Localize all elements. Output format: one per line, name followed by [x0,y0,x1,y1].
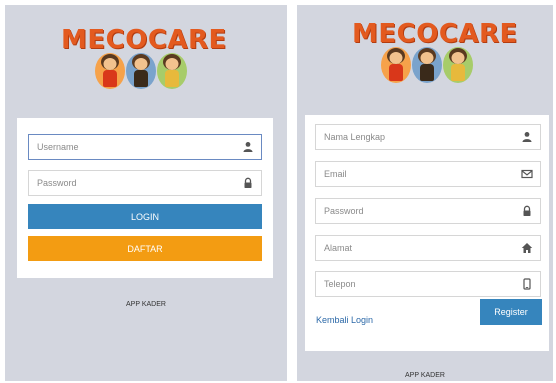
kembali-login-link[interactable]: Kembali Login [316,315,373,325]
password-input[interactable] [316,199,514,223]
telepon-field[interactable] [315,271,541,297]
lock-icon [521,205,533,217]
username-field[interactable] [28,134,262,160]
app-footer-label: APP KADER [126,301,166,308]
password-field[interactable] [315,198,541,224]
register-card: Kembali Login Register [305,115,549,351]
child-figure [381,47,411,83]
mecocare-logo: MECOCARE [352,19,518,89]
logo-wordmark: MECOCARE [61,25,227,55]
email-field[interactable] [315,161,541,187]
child-figure [157,53,187,89]
nama-lengkap-input[interactable] [316,125,514,149]
app-footer-label: APP KADER [405,372,445,379]
password-input[interactable] [29,171,235,195]
home-icon [521,242,533,254]
logo-children-illustration [61,53,221,89]
daftar-button[interactable]: DAFTAR [28,236,262,261]
child-figure [95,53,125,89]
login-button[interactable]: LOGIN [28,204,262,229]
alamat-input[interactable] [316,236,514,260]
logo-children-illustration [352,47,502,83]
alamat-field[interactable] [315,235,541,261]
login-screen: MECOCARE LOGIN DAFTAR APP KADER [5,5,287,381]
lock-icon [242,177,254,189]
child-figure [412,47,442,83]
logo-wordmark: MECOCARE [352,19,518,49]
telepon-input[interactable] [316,272,514,296]
envelope-icon [521,168,533,180]
password-field[interactable] [28,170,262,196]
child-figure [443,47,473,83]
user-icon [242,141,254,153]
mecocare-logo: MECOCARE [61,25,227,97]
phone-icon [521,278,533,290]
register-button[interactable]: Register [480,299,542,325]
login-card: LOGIN DAFTAR [17,118,273,278]
user-icon [521,131,533,143]
email-input[interactable] [316,162,514,186]
username-input[interactable] [29,135,235,159]
child-figure [126,53,156,89]
register-screen: MECOCARE Nama Lengkap Email Alamat Telep… [297,5,553,381]
nama-lengkap-field[interactable] [315,124,541,150]
